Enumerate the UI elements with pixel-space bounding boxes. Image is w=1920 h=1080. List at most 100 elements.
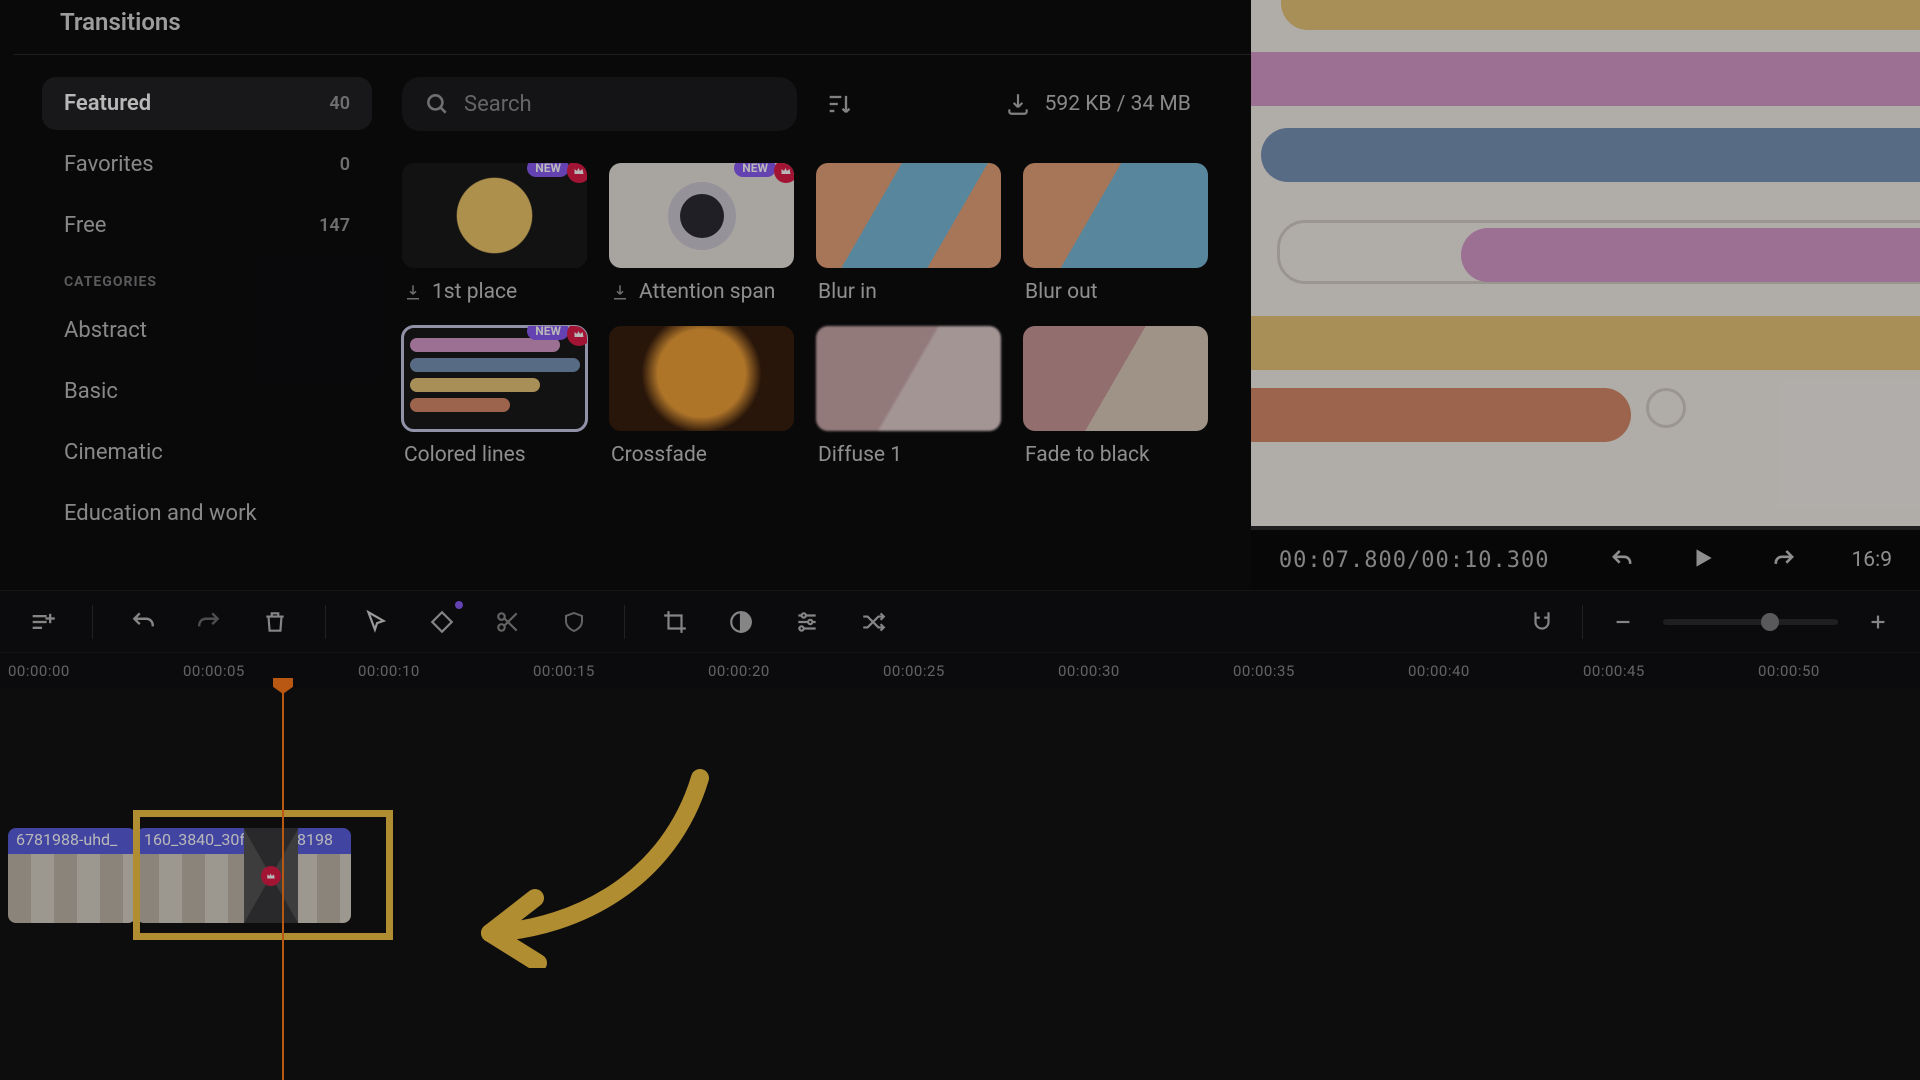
zoom-slider[interactable] [1663, 619, 1838, 625]
transition-card-fade-to-black[interactable]: Fade to black [1023, 326, 1208, 467]
ruler-tick: 00:00:15 [533, 662, 595, 680]
ruler-tick: 00:00:35 [1233, 662, 1295, 680]
transitions-grid: NEW 1st placeNEW Attention span Blur in … [402, 163, 1251, 467]
ruler-tick: 00:00:10 [358, 662, 420, 680]
transition-card-diffuse-1[interactable]: Diffuse 1 [816, 326, 1001, 467]
aspect-ratio[interactable]: 16:9 [1852, 548, 1893, 572]
search-input[interactable] [464, 92, 775, 117]
preview-canvas [1251, 0, 1920, 526]
transition-label: Attention span [639, 280, 775, 304]
transition-card-blur-in[interactable]: Blur in [816, 163, 1001, 304]
transition-label: Diffuse 1 [818, 443, 902, 467]
transition-card-colored-lines[interactable]: NEW Colored lines [402, 326, 587, 467]
transition-thumb[interactable]: NEW [609, 163, 794, 268]
download-icon [611, 283, 629, 301]
clip-label: 6781988-uhd_ [8, 828, 136, 854]
playhead[interactable] [282, 690, 284, 1080]
timeline-clip[interactable]: 6781988-uhd_ [8, 828, 136, 923]
shield-tool-button[interactable] [556, 604, 592, 640]
transition-label: Blur in [818, 280, 877, 304]
sidebar-category-cinematic[interactable]: Cinematic [42, 426, 372, 479]
sidebar-category-basic[interactable]: Basic [42, 365, 372, 418]
transition-thumb[interactable] [609, 326, 794, 431]
sidebar-item-label: Basic [64, 379, 118, 404]
redo-button[interactable] [191, 604, 227, 640]
panel-title: Transitions [14, 0, 1251, 55]
transition-thumb[interactable] [816, 163, 1001, 268]
contrast-icon [728, 609, 754, 635]
ruler-tick: 00:00:00 [8, 662, 70, 680]
ruler-tick: 00:00:50 [1758, 662, 1820, 680]
categories-heading: CATEGORIES [42, 260, 372, 296]
shuffle-button[interactable] [855, 604, 891, 640]
play-icon [1690, 545, 1716, 571]
play-button[interactable] [1690, 545, 1716, 575]
crown-badge [261, 866, 281, 886]
transition-label: Fade to black [1025, 443, 1150, 467]
transition-thumb[interactable]: NEW [402, 163, 587, 268]
ruler-tick: 00:00:40 [1408, 662, 1470, 680]
delete-button[interactable] [257, 604, 293, 640]
download-icon [404, 283, 422, 301]
timeline-area[interactable]: 6781988-uhd_160_3840_30fps678198 [0, 688, 1920, 1080]
crown-badge [774, 163, 794, 183]
new-badge: NEW [734, 163, 776, 177]
sidebar-category-abstract[interactable]: Abstract [42, 304, 372, 357]
sidebar-item-favorites[interactable]: Favorites0 [42, 138, 372, 191]
step-forward-button[interactable] [1770, 544, 1798, 576]
snap-button[interactable] [1524, 604, 1560, 640]
transition-label: Crossfade [611, 443, 707, 467]
ruler-tick: 00:00:20 [708, 662, 770, 680]
step-back-button[interactable] [1608, 544, 1636, 576]
sort-button[interactable] [819, 84, 859, 124]
video-track[interactable]: 6781988-uhd_160_3840_30fps678198 [8, 828, 351, 923]
sidebar-item-label: Education and work [64, 501, 257, 526]
crown-badge [567, 163, 587, 183]
timeline-toolbar [0, 590, 1920, 652]
sidebar-category-education-and-work[interactable]: Education and work [42, 487, 372, 540]
transition-card-1st-place[interactable]: NEW 1st place [402, 163, 587, 304]
sort-icon [825, 90, 853, 118]
sidebar-item-free[interactable]: Free147 [42, 199, 372, 252]
tag-tool-button[interactable] [424, 604, 460, 640]
category-sidebar: Featured40 Favorites0 Free147 CATEGORIES Abs… [42, 77, 372, 590]
annotation-arrow [450, 758, 730, 968]
sidebar-item-count: 40 [329, 93, 350, 114]
transition-label: 1st place [432, 280, 517, 304]
zoom-in-button[interactable] [1860, 604, 1896, 640]
download-icon [1005, 91, 1031, 117]
new-badge: NEW [527, 326, 569, 340]
adjust-button[interactable] [789, 604, 825, 640]
transition-label: Blur out [1025, 280, 1098, 304]
sidebar-item-label: Abstract [64, 318, 147, 343]
add-button[interactable] [24, 604, 60, 640]
undo-button[interactable] [125, 604, 161, 640]
transition-thumb[interactable]: NEW [402, 326, 587, 431]
add-icon [28, 608, 56, 636]
tag-icon [429, 609, 455, 635]
transition-thumb[interactable] [1023, 326, 1208, 431]
crop-button[interactable] [657, 604, 693, 640]
ruler-tick: 00:00:30 [1058, 662, 1120, 680]
transition-card-crossfade[interactable]: Crossfade [609, 326, 794, 467]
transition-card-attention-span[interactable]: NEW Attention span [609, 163, 794, 304]
search-box[interactable] [402, 77, 797, 131]
step-back-icon [1608, 544, 1636, 572]
transition-on-timeline[interactable] [244, 828, 298, 923]
sidebar-item-label: Cinematic [64, 440, 163, 465]
download-size-label: 592 KB / 34 MB [1045, 92, 1191, 116]
transition-thumb[interactable] [1023, 163, 1208, 268]
zoom-out-button[interactable] [1605, 604, 1641, 640]
crown-badge [567, 326, 587, 346]
plus-icon [1867, 611, 1889, 633]
minus-icon [1612, 611, 1634, 633]
timecode: 00:07.800/00:10.300 [1279, 548, 1550, 573]
undo-icon [130, 609, 156, 635]
preview-pane: 00:07.800/00:10.300 16:9 [1251, 0, 1920, 590]
contrast-button[interactable] [723, 604, 759, 640]
transition-thumb[interactable] [816, 326, 1001, 431]
select-tool-button[interactable] [358, 604, 394, 640]
split-tool-button[interactable] [490, 604, 526, 640]
transition-card-blur-out[interactable]: Blur out [1023, 163, 1208, 304]
sidebar-item-featured[interactable]: Featured40 [42, 77, 372, 130]
